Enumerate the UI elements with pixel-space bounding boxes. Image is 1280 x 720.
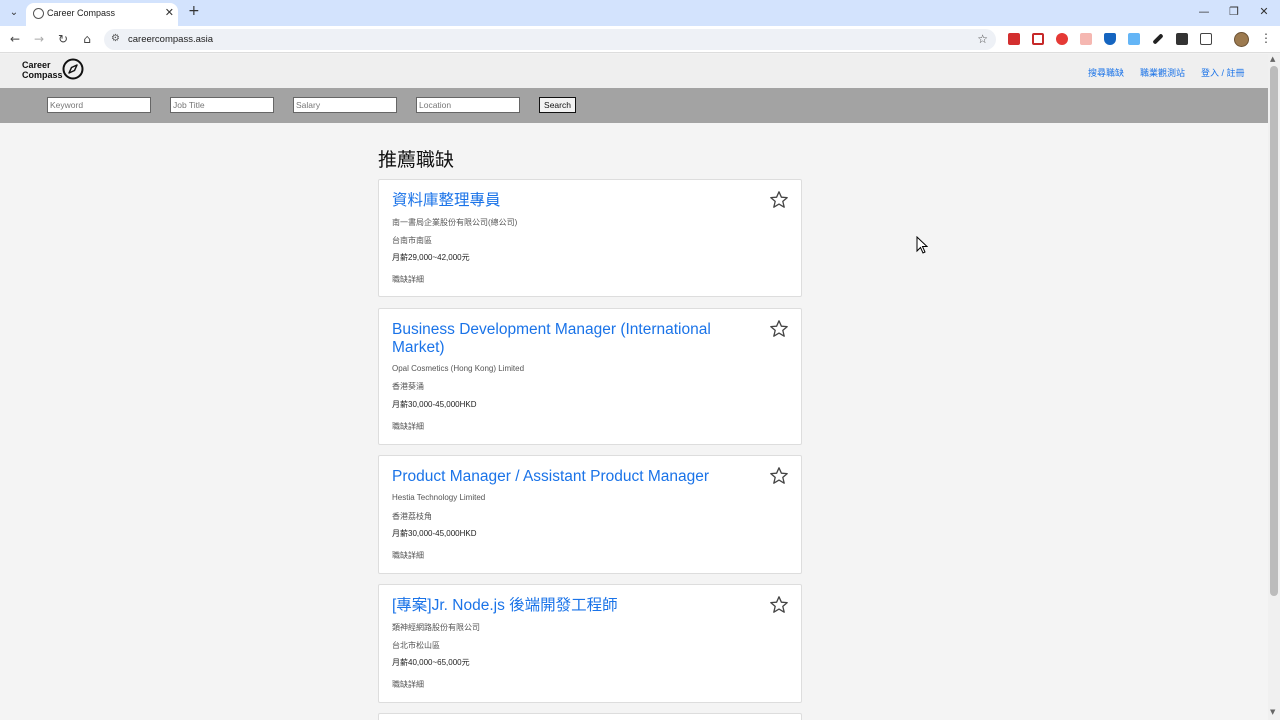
extension-ad-icon[interactable] (1080, 33, 1092, 45)
job-card[interactable]: 資料庫整理專員 南一書局企業股份有限公司(總公司) 台南市南區 月薪29,000… (378, 179, 802, 297)
address-url[interactable]: careercompass.asia (128, 34, 213, 45)
new-tab-plus-icon[interactable]: + (188, 3, 200, 19)
job-detail-link[interactable]: 職缺詳細 (392, 421, 424, 432)
extension-shield-icon[interactable] (1032, 33, 1044, 45)
job-location: 台北市松山區 (392, 641, 440, 650)
page-scrollbar[interactable]: ▲ ▼ (1268, 54, 1280, 720)
scroll-up-arrow-icon[interactable]: ▲ (1270, 55, 1275, 63)
logo-line-2: Compass (22, 70, 63, 80)
search-bar: Search (0, 88, 1268, 123)
job-company: Opal Cosmetics (Hong Kong) Limited (392, 364, 525, 373)
job-title-link[interactable]: 資料庫整理專員 (392, 192, 752, 210)
job-card[interactable]: Business Development Manager (Internatio… (378, 308, 802, 445)
favorite-star-icon[interactable] (769, 190, 789, 210)
tab-close-icon[interactable]: ✕ (165, 6, 174, 19)
extension-x-icon[interactable] (1176, 33, 1188, 45)
nav-career-test-link[interactable]: 職業觀測站 (1140, 66, 1185, 79)
job-card[interactable]: [專案]Jr. Node.js 後端開發工程師 類神經網路股份有限公司 台北市松… (378, 584, 802, 703)
tab-list-chevron-icon[interactable]: ⌄ (6, 5, 22, 21)
site-header: Career Compass 搜尋職缺 職業觀測站 登入 / 註冊 (0, 54, 1268, 88)
globe-icon (33, 8, 44, 19)
job-location: 香港葵涌 (392, 382, 424, 391)
reload-icon[interactable]: ↻ (55, 32, 71, 46)
job-salary: 月薪30,000-45,000HKD (392, 400, 477, 409)
salary-input[interactable] (293, 97, 397, 113)
site-logo-text[interactable]: Career Compass (22, 60, 63, 80)
profile-avatar[interactable] (1234, 32, 1249, 47)
job-salary: 月薪30,000-45,000HKD (392, 529, 477, 538)
job-detail-link[interactable]: 職缺詳細 (392, 679, 424, 690)
tab-title: Career Compass (47, 8, 116, 18)
job-salary: 月薪40,000~65,000元 (392, 658, 470, 667)
browser-tab-bar: ⌄ Career Compass ✕ + — ❐ ✕ (0, 0, 1280, 26)
nav-login-link[interactable]: 登入 / 註冊 (1201, 66, 1245, 79)
search-button[interactable]: Search (539, 97, 576, 113)
minimize-icon[interactable]: — (1194, 5, 1214, 18)
job-title-link[interactable]: [專案]Jr. Node.js 後端開發工程師 (392, 597, 752, 615)
location-input[interactable] (416, 97, 520, 113)
extension-red-icon[interactable] (1008, 33, 1020, 45)
job-company: 南一書局企業股份有限公司(總公司) (392, 218, 518, 227)
bookmark-star-icon[interactable]: ☆ (977, 32, 988, 46)
favorite-star-icon[interactable] (769, 466, 789, 486)
site-info-icon[interactable]: ⚙ (111, 33, 120, 44)
job-card[interactable] (378, 713, 802, 720)
job-location: 香港荔枝角 (392, 512, 432, 521)
job-detail-link[interactable]: 職缺詳細 (392, 274, 424, 285)
job-company: Hestia Technology Limited (392, 493, 486, 502)
compass-icon[interactable] (62, 58, 84, 80)
scroll-down-arrow-icon[interactable]: ▼ (1270, 708, 1275, 716)
extension-v-icon[interactable] (1104, 33, 1116, 45)
job-location: 台南市南區 (392, 236, 432, 245)
menu-kebab-icon[interactable]: ⋮ (1260, 31, 1272, 45)
favorite-star-icon[interactable] (769, 595, 789, 615)
home-icon[interactable]: ⌂ (79, 32, 95, 46)
main-content: 推薦職缺 資料庫整理專員 南一書局企業股份有限公司(總公司) 台南市南區 月薪2… (0, 123, 1268, 720)
browser-tab[interactable]: Career Compass ✕ (26, 3, 178, 26)
job-title-input[interactable] (170, 97, 274, 113)
address-bar[interactable]: ⚙ careercompass.asia ☆ (104, 29, 996, 50)
keyword-input[interactable] (47, 97, 151, 113)
job-detail-link[interactable]: 職缺詳細 (392, 550, 424, 561)
job-title-link[interactable]: Product Manager / Assistant Product Mana… (392, 468, 772, 486)
restore-icon[interactable]: ❐ (1224, 5, 1244, 18)
scrollbar-thumb[interactable] (1270, 66, 1278, 596)
job-company: 類神經網路股份有限公司 (392, 623, 480, 632)
favorite-star-icon[interactable] (769, 319, 789, 339)
job-title-link[interactable]: Business Development Manager (Internatio… (392, 321, 752, 357)
extension-translate-icon[interactable] (1128, 33, 1140, 45)
extensions-puzzle-icon[interactable] (1200, 33, 1212, 45)
page-title: 推薦職缺 (378, 149, 455, 171)
job-salary: 月薪29,000~42,000元 (392, 253, 470, 262)
nav-search-jobs-link[interactable]: 搜尋職缺 (1088, 66, 1124, 79)
extension-opera-icon[interactable] (1056, 33, 1068, 45)
browser-toolbar: ← → ↻ ⌂ ⚙ careercompass.asia ☆ ⋮ (0, 26, 1280, 53)
back-arrow-icon[interactable]: ← (7, 32, 23, 46)
window-close-icon[interactable]: ✕ (1254, 5, 1274, 18)
logo-line-1: Career (22, 60, 51, 70)
mouse-cursor-icon (916, 236, 928, 254)
job-card[interactable]: Product Manager / Assistant Product Mana… (378, 455, 802, 574)
forward-arrow-icon[interactable]: → (31, 32, 47, 46)
extension-pen-icon[interactable] (1152, 33, 1164, 45)
